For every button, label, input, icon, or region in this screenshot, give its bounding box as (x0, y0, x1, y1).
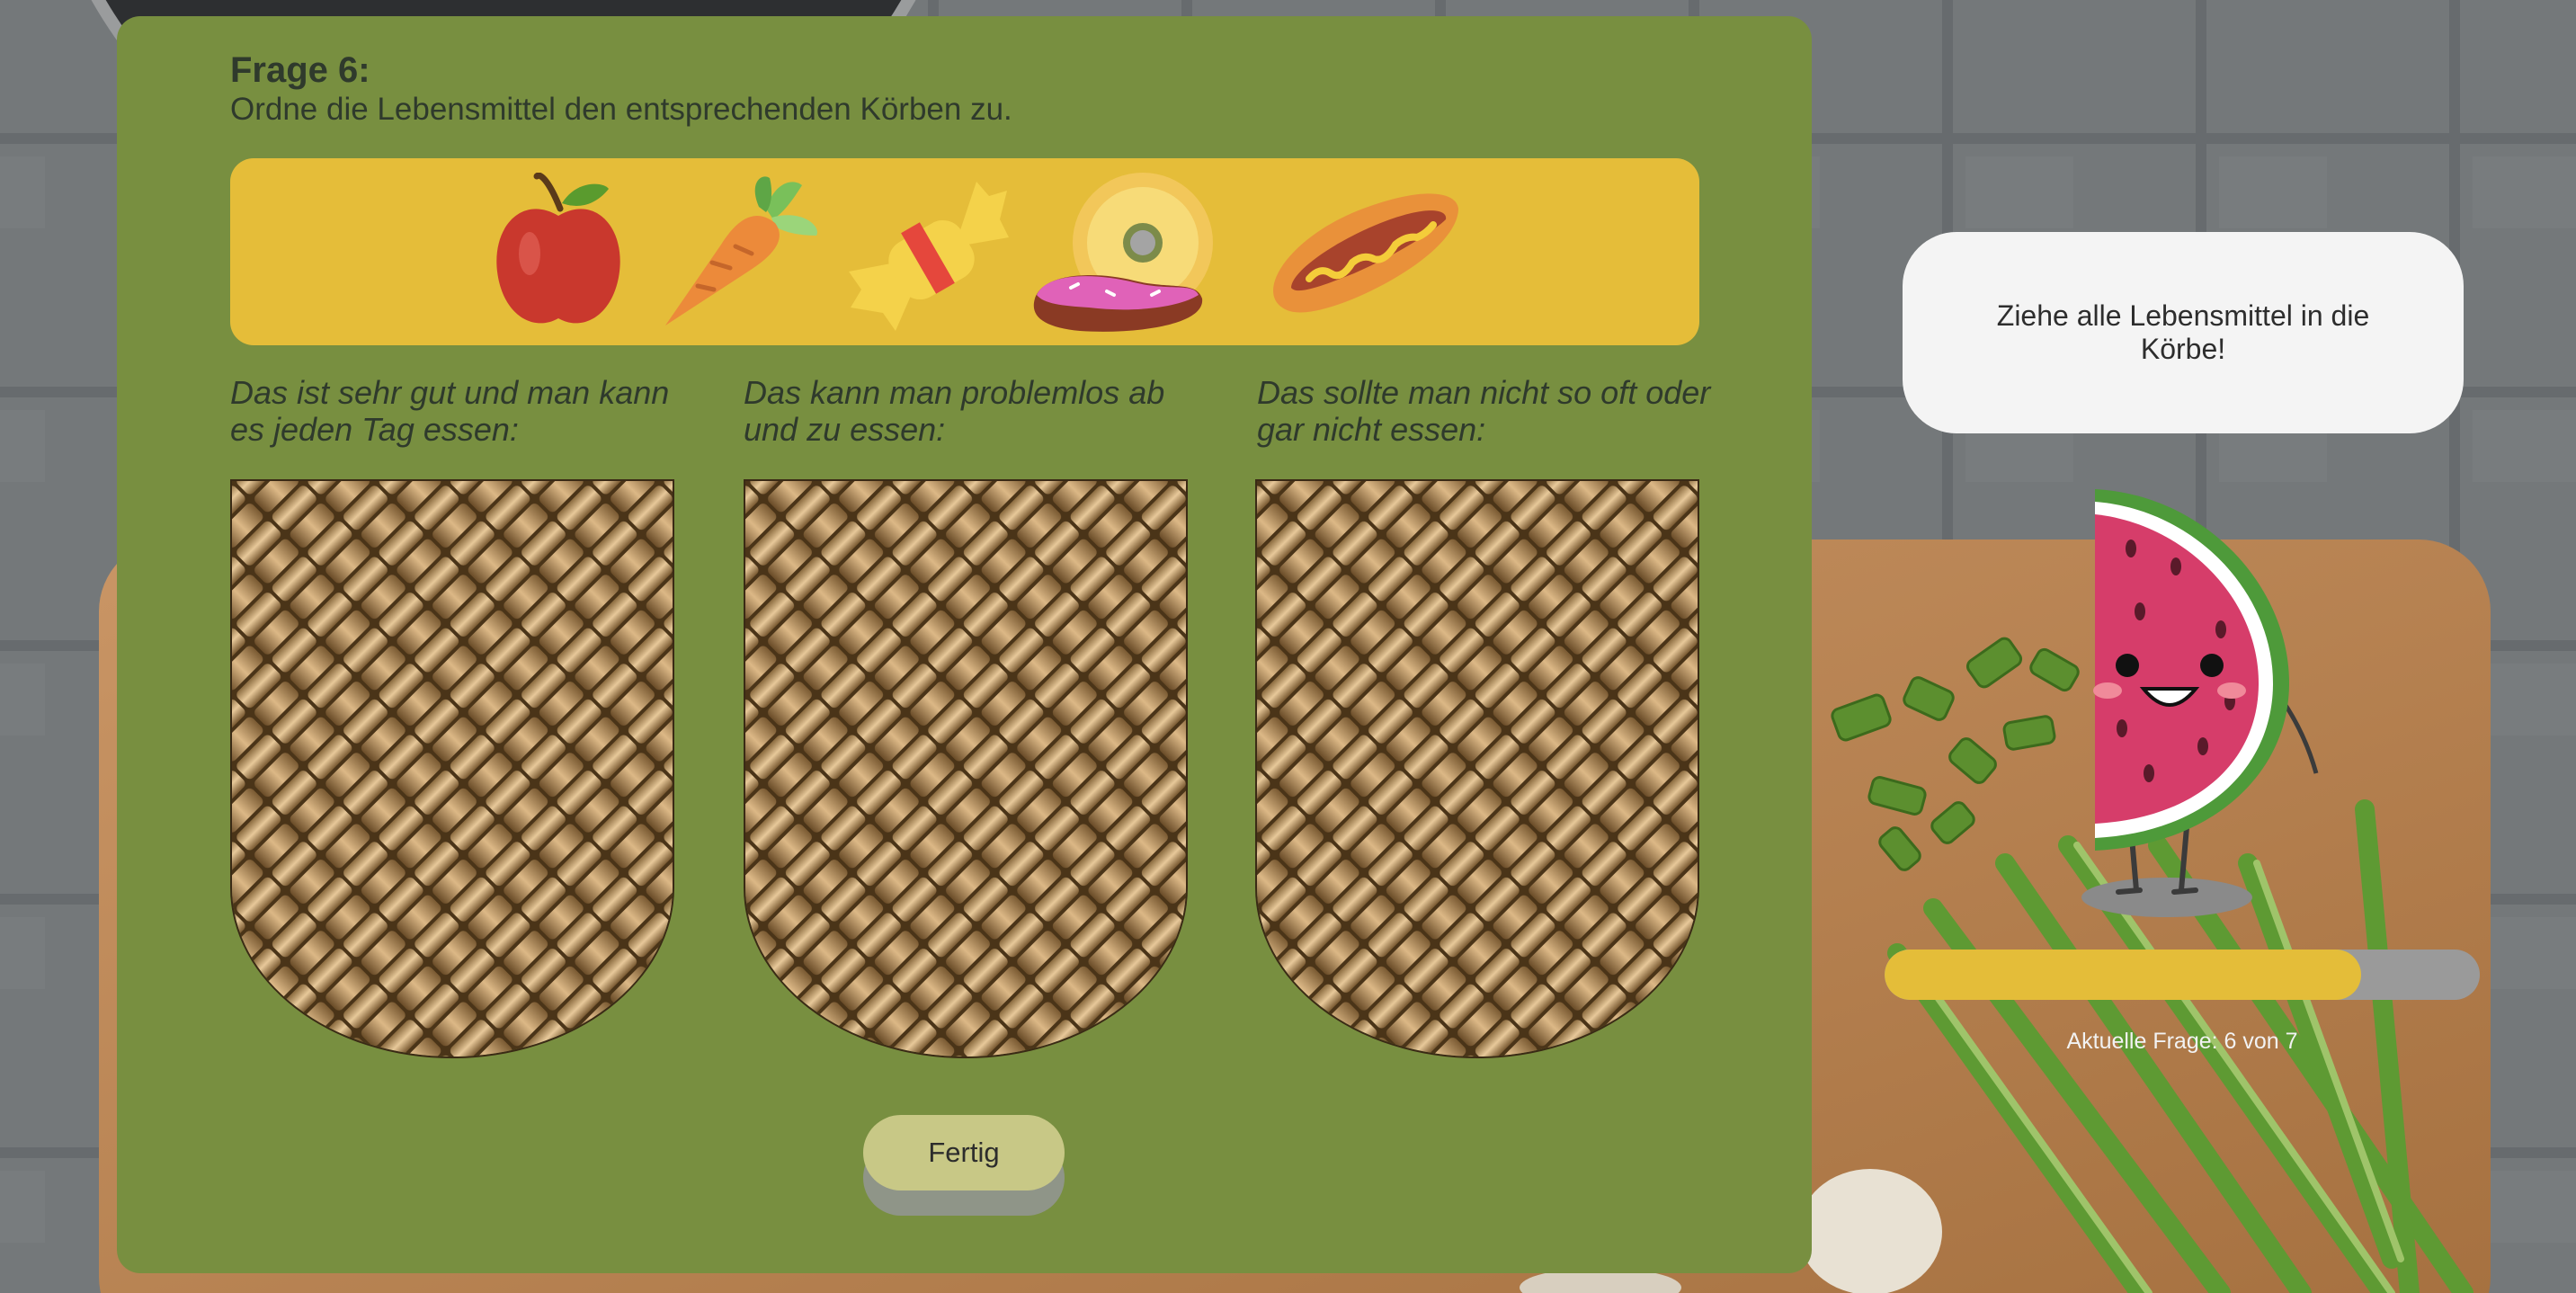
question-title: Frage 6: (230, 50, 370, 90)
donut-icon[interactable] (1026, 173, 1224, 334)
basket-label-healthy: Das ist sehr gut und man kann es jeden T… (230, 374, 670, 448)
progress-bar (1885, 950, 2480, 1000)
food-items-bar (230, 158, 1699, 345)
basket-label-rarely: Das sollte man nicht so oft oder gar nic… (1257, 374, 1711, 448)
carrot-icon[interactable] (658, 173, 829, 334)
candy-icon[interactable] (842, 173, 1012, 334)
hint-bubble: Ziehe alle Lebensmittel in die Körbe! (1903, 232, 2464, 433)
quiz-panel: Frage 6: Ordne die Lebensmittel den ents… (117, 16, 1812, 1273)
basket-sometimes[interactable] (744, 479, 1188, 1058)
done-button[interactable]: Fertig (863, 1115, 1065, 1190)
hotdog-icon[interactable] (1255, 173, 1462, 334)
apple-icon[interactable] (486, 173, 630, 334)
hint-text: Ziehe alle Lebensmittel in die Körbe! (1996, 299, 2370, 365)
basket-healthy[interactable] (230, 479, 674, 1058)
watermelon-mascot (2068, 486, 2329, 931)
basket-label-sometimes: Das kann man problemlos ab und zu essen: (744, 374, 1165, 448)
basket-rarely[interactable] (1255, 479, 1699, 1058)
progress-label: Aktuelle Frage: 6 von 7 (2066, 1029, 2298, 1054)
question-instruction: Ordne die Lebensmittel den entsprechende… (230, 92, 1012, 127)
progress-bar-fill (1885, 950, 2361, 1000)
